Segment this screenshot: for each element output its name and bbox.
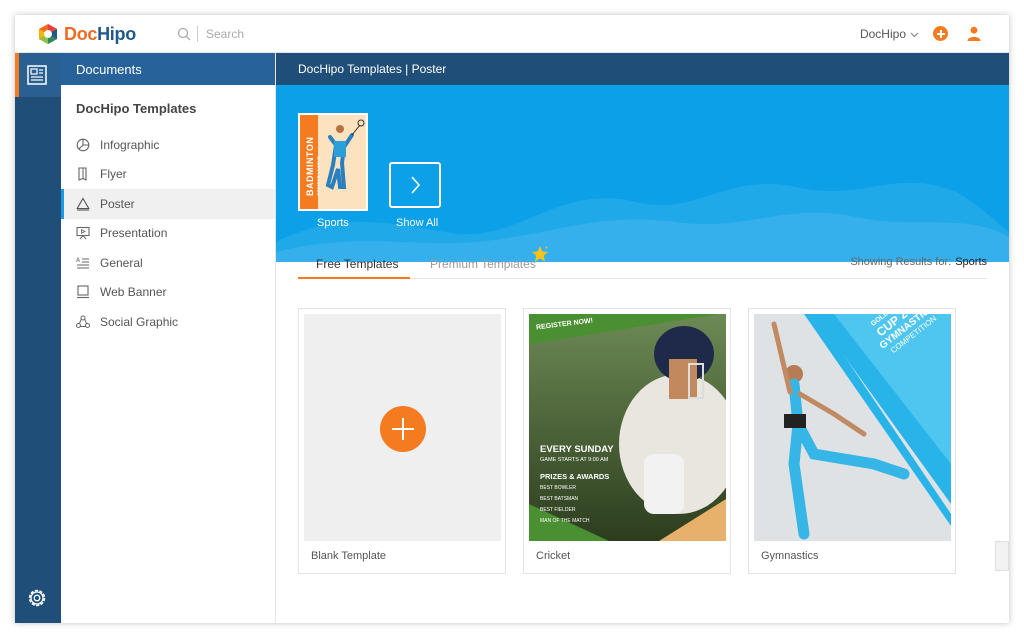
template-card-label: Cricket [536,550,571,562]
sidebar-item-general[interactable]: A General [61,248,275,278]
sidebar-item-label: Social Graphic [100,314,179,329]
sidebar-item-presentation[interactable]: Presentation [61,219,275,249]
rail-item-documents[interactable] [15,53,61,97]
user-menu[interactable]: DocHipo [860,27,919,41]
brand-name-part1: Doc [64,23,98,44]
add-blank-template-button[interactable] [380,406,426,452]
template-card-blank[interactable]: Blank Template [298,308,506,574]
sports-thumb-subtitle: PREMIER LEAGUE [315,155,321,196]
documents-icon [27,65,47,85]
create-new-button[interactable] [933,26,948,41]
sports-thumb-title: BADMINTON [305,136,315,196]
cricket-headline: EVERY SUNDAY [540,444,614,455]
template-tabs: Free Templates Premium Templates Showing… [298,246,987,279]
sidebar-item-label: Presentation [100,226,168,241]
results-label: Showing Results for: [850,256,952,268]
hero-wave-background [276,182,1009,262]
settings-gear-icon[interactable] [26,587,48,609]
blank-template-preview [304,314,501,541]
general-icon: A [76,257,89,269]
cricket-prize-item: MAN OF THE MATCH [540,518,590,524]
cricket-poster-preview: REGISTER NOW! EVERY SUNDAY GAME STARTS A… [529,314,726,541]
cricket-prize-item: BEST BOWLER [540,485,577,491]
search-divider [197,26,198,42]
tab-premium-templates[interactable]: Premium Templates [430,257,536,271]
presentation-icon [76,227,90,240]
template-card-label: Blank Template [311,550,387,562]
breadcrumb: DocHipo Templates | Poster [276,53,1009,85]
poster-icon [76,197,90,211]
template-card-gymnastics[interactable]: GOLDEN STATE CUP 2025 GYMNASTICS COMPETI… [748,308,956,574]
premium-star-icon [532,246,548,262]
brand-logo[interactable]: DocHipo [37,23,136,45]
web-banner-icon [77,285,89,299]
cricket-prize-item: BEST BATSMAN [540,496,579,502]
template-card-cricket[interactable]: REGISTER NOW! EVERY SUNDAY GAME STARTS A… [523,308,731,574]
brand-name-part2: Hipo [97,23,136,44]
chevron-down-icon [910,32,919,37]
results-filter: Showing Results for: Sports [850,256,987,268]
main-content: DocHipo Templates | Poster BADMINTON PRE… [276,53,1009,623]
sidebar-header: Documents [61,53,275,85]
sidebar-item-web-banner[interactable]: Web Banner [61,278,275,308]
pie-chart-icon [76,138,90,152]
svg-text:A: A [76,257,81,264]
sidebar-item-poster[interactable]: Poster [61,189,275,219]
show-all-button[interactable] [389,162,441,208]
flyer-icon [78,167,87,182]
tab-free-templates[interactable]: Free Templates [316,257,398,271]
sidebar-item-social-graphic[interactable]: Social Graphic [61,307,275,337]
cricket-subhead: GAME STARTS AT 9:00 AM [540,457,609,463]
results-value: Sports [955,256,987,268]
app-window: DocHipo DocHipo [15,15,1009,623]
sidebar-item-label: Infographic [100,137,160,152]
top-bar: DocHipo DocHipo [15,15,1009,53]
search-input[interactable] [206,27,326,41]
chevron-right-icon [411,176,421,194]
show-all-label[interactable]: Show All [396,217,438,229]
sidebar-item-label: General [100,255,143,270]
search-icon [177,27,191,41]
sidebar-item-label: Flyer [100,167,127,182]
cricket-prize-item: BEST FIELDER [540,507,576,513]
sidebar-item-label: Poster [100,196,135,211]
user-profile-icon[interactable] [967,26,981,41]
user-menu-label: DocHipo [859,27,906,41]
logo-mark-icon [39,24,57,44]
social-graphic-icon [76,315,90,328]
side-scroll-handle[interactable] [995,541,1009,571]
cricket-prizes-title: PRIZES & AWARDS [540,472,610,481]
sidebar-title: DocHipo Templates [76,101,197,116]
gymnastics-poster-preview: GOLDEN STATE CUP 2025 GYMNASTICS COMPETI… [754,314,951,541]
category-thumbnail-sports[interactable]: BADMINTON PREMIER LEAGUE [298,113,368,211]
category-label-sports[interactable]: Sports [317,217,349,229]
template-card-label: Gymnastics [761,550,819,562]
sidebar-item-label: Web Banner [100,285,167,300]
brand-name: DocHipo [64,24,136,45]
sidebar: Documents DocHipo Templates Infographic … [61,53,276,623]
sidebar-item-flyer[interactable]: Flyer [61,160,275,190]
category-hero: BADMINTON PREMIER LEAGUE Sports Show All [276,85,1009,262]
sidebar-item-infographic[interactable]: Infographic [61,130,275,160]
icon-rail [15,53,61,623]
active-tab-indicator [298,277,410,279]
search-box [177,26,326,42]
